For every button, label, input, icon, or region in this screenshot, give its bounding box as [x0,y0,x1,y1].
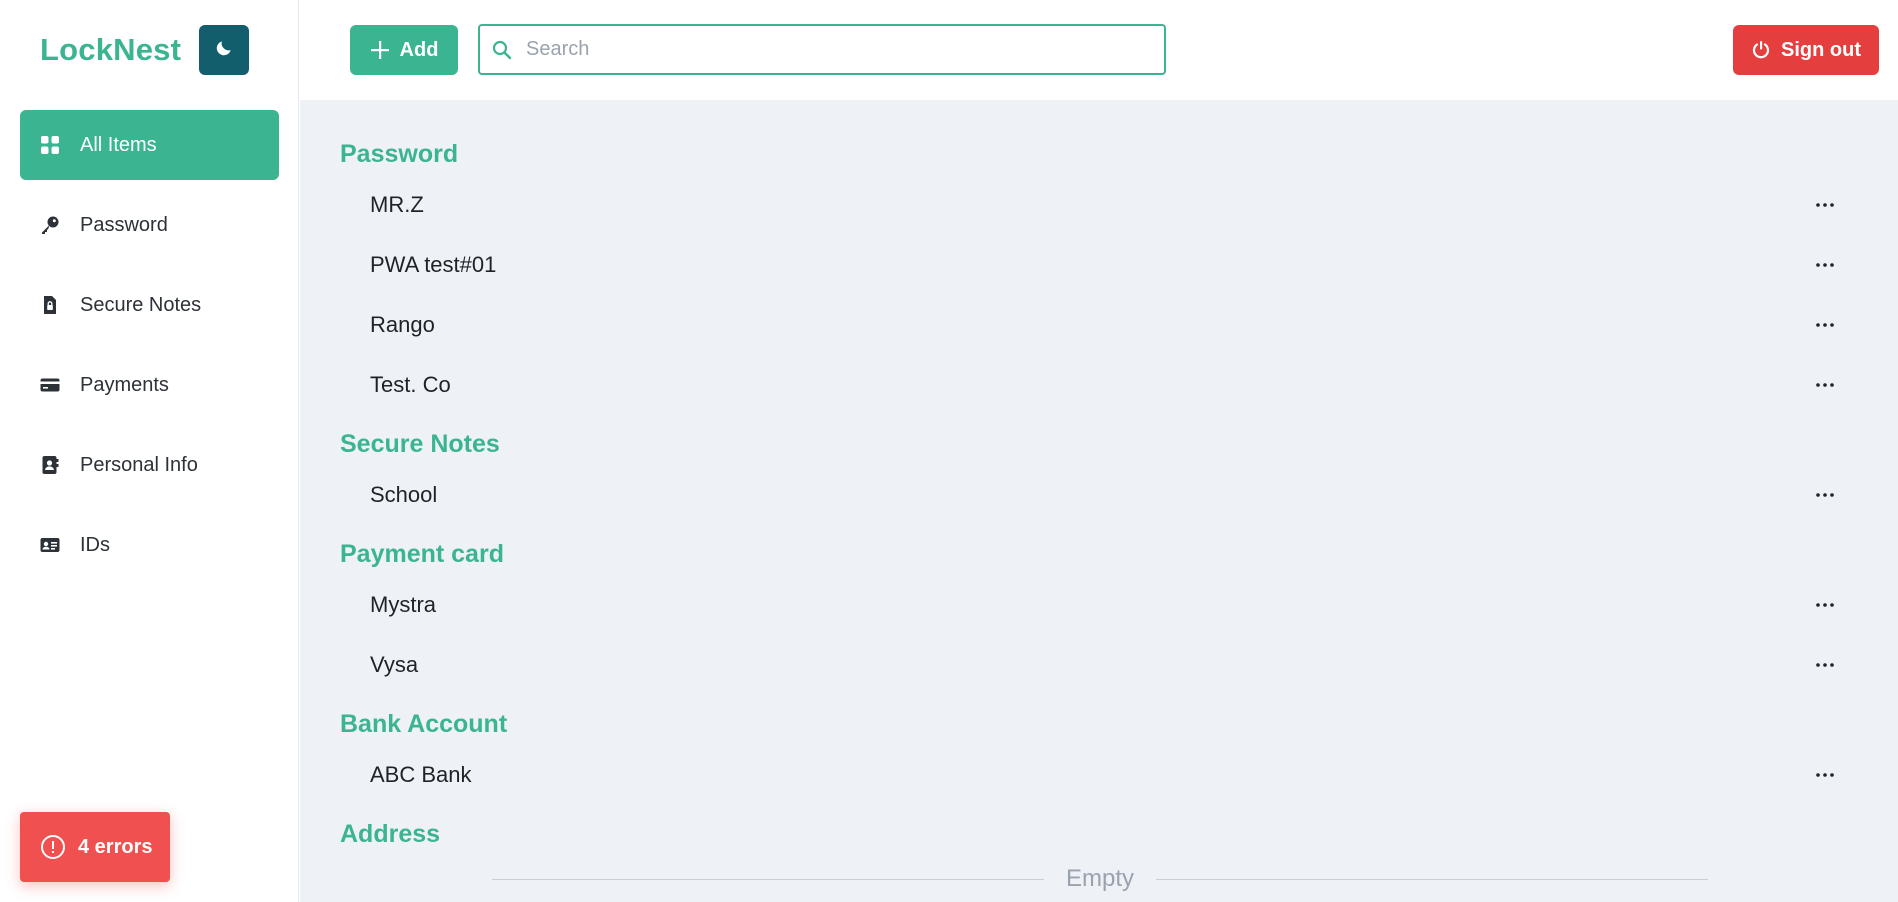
more-options-icon[interactable] [1810,250,1840,280]
item-name: Mystra [370,592,436,617]
list-item[interactable]: Mystra [370,585,1840,625]
more-options-icon[interactable] [1810,480,1840,510]
divider [1156,878,1709,880]
more-options-icon[interactable] [1810,310,1840,340]
item-name: ABC Bank [370,762,472,787]
key-icon [40,215,60,235]
section-title-bank-account: Bank Account [340,710,508,738]
section-title-password: Password [340,140,459,168]
section-title-address: Address [340,820,441,848]
sign-out-label: Sign out [1781,38,1861,61]
sidebar-item-payments[interactable]: Payments [20,350,279,420]
list-item[interactable]: PWA test#01 [370,245,1840,285]
section-title-secure-notes: Secure Notes [340,430,500,458]
item-name: School [370,482,438,507]
item-name: PWA test#01 [370,252,497,277]
empty-state: Empty [492,864,1709,894]
sidebar-item-label: All Items [80,133,157,156]
item-name: MR.Z [370,192,424,217]
list-item[interactable]: Rango [370,305,1840,345]
item-name: Rango [370,312,435,337]
item-name: Test. Co [370,372,451,397]
search-icon [492,40,512,60]
sidebar-item-password[interactable]: Password [20,190,279,260]
more-options-icon[interactable] [1810,590,1840,620]
more-options-icon[interactable] [1810,370,1840,400]
sidebar-nav: All Items Password Secure Notes Payments… [20,110,279,590]
power-icon [1751,40,1771,60]
more-options-icon[interactable] [1810,760,1840,790]
sidebar-item-label: Secure Notes [80,293,202,316]
list-item[interactable]: Test. Co [370,365,1840,405]
list-item[interactable]: ABC Bank [370,755,1840,795]
top-toolbar: Add Sign out [300,0,1898,100]
contact-book-icon [40,455,60,475]
search-box[interactable] [478,24,1166,75]
vault-list: Password MR.Z PWA test#01 Rango Test. Co… [300,100,1898,902]
sidebar-item-label: Password [80,213,168,236]
sidebar-item-label: Payments [80,373,169,396]
sidebar-item-ids[interactable]: IDs [20,510,279,580]
search-input[interactable] [526,38,1126,61]
list-item[interactable]: Vysa [370,645,1840,685]
alert-circle-icon [40,834,66,860]
sidebar-item-label: Personal Info [80,453,198,476]
note-lock-icon [40,295,60,315]
more-options-icon[interactable] [1810,650,1840,680]
errors-badge[interactable]: 4 errors [20,812,170,882]
sidebar-item-all-items[interactable]: All Items [20,110,279,180]
add-button[interactable]: Add [350,25,458,75]
sign-out-button[interactable]: Sign out [1733,25,1879,75]
credit-card-icon [40,375,60,395]
plus-icon [370,40,390,60]
list-item[interactable]: School [370,475,1840,515]
theme-toggle-button[interactable] [199,25,249,75]
sidebar-item-secure-notes[interactable]: Secure Notes [20,270,279,340]
more-options-icon[interactable] [1810,190,1840,220]
divider [492,878,1044,880]
app-logo[interactable]: LockNest [40,32,181,68]
section-title-payment-card: Payment card [340,540,504,568]
sidebar: LockNest All Items Password Secure Notes [0,0,299,902]
add-button-label: Add [399,38,439,61]
errors-label: 4 errors [78,835,153,858]
grid-icon [40,135,60,155]
sidebar-item-personal-info[interactable]: Personal Info [20,430,279,500]
empty-label: Empty [1066,865,1135,892]
id-card-icon [40,535,60,555]
list-item[interactable]: MR.Z [370,185,1840,225]
item-name: Vysa [370,652,419,677]
moon-icon [214,38,234,63]
sidebar-item-label: IDs [80,533,110,556]
